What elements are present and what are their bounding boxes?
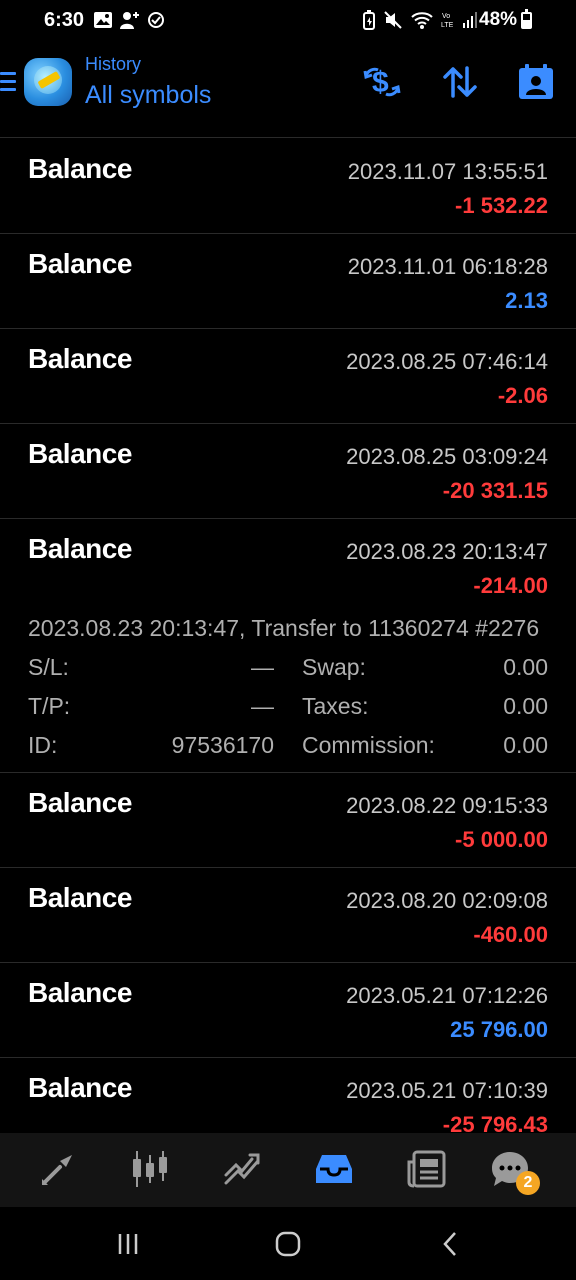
id-value: 97536170 — [171, 732, 274, 758]
row-amount: -5 000.00 — [455, 827, 548, 852]
tab-chart[interactable] — [126, 1145, 174, 1193]
row-label: Balance — [28, 977, 132, 1008]
chat-badge: 2 — [516, 1171, 540, 1195]
row-label: Balance — [28, 882, 132, 913]
tp-value: — — [251, 693, 274, 719]
battery-saver-icon — [363, 10, 375, 30]
signal-icon — [463, 12, 477, 28]
header-subtitle: History — [85, 54, 142, 74]
gallery-icon — [94, 12, 112, 28]
row-label: Balance — [28, 1072, 132, 1103]
history-row[interactable]: Balance 2023.08.22 09:15:33 -5 000.00 — [0, 773, 576, 868]
chart-icon — [133, 1151, 167, 1187]
home-icon — [275, 1231, 301, 1257]
home-button[interactable] — [268, 1229, 308, 1259]
row-label: Balance — [28, 438, 132, 469]
history-icon — [316, 1155, 352, 1183]
history-row[interactable]: Balance 2023.08.20 02:09:08 -460.00 — [0, 868, 576, 963]
volte-icon: Vo LTE — [441, 13, 454, 29]
news-icon — [407, 1150, 446, 1188]
row-date: 2023.08.20 02:09:08 — [346, 888, 548, 913]
battery-percent: 48% — [479, 9, 518, 30]
recent-apps-icon — [118, 1234, 138, 1254]
calendar-period-button[interactable] — [516, 62, 556, 102]
add-contact-icon — [120, 12, 139, 29]
row-amount: -2.06 — [497, 383, 548, 408]
sort-button[interactable] — [440, 62, 480, 102]
status-right-icons: Vo LTE — [362, 10, 478, 30]
row-date: 2023.08.25 03:09:24 — [346, 444, 548, 469]
row-comment: 2023.08.23 20:13:47, Transfer to 1136027… — [28, 615, 540, 641]
taxes-value: 0.00 — [503, 693, 548, 719]
row-amount: -1 532.22 — [455, 193, 548, 218]
history-row[interactable]: Balance 2023.08.25 03:09:24 -20 331.15 — [0, 424, 576, 519]
status-left-icons — [93, 10, 165, 30]
tab-history[interactable] — [310, 1145, 358, 1193]
row-label: Balance — [28, 153, 132, 184]
history-row[interactable]: Balance 2023.11.01 06:18:28 2.13 — [0, 234, 576, 329]
back-button[interactable] — [430, 1229, 470, 1259]
row-amount: 2.13 — [505, 288, 548, 313]
taxes-label: Taxes: — [302, 693, 369, 719]
row-date: 2023.08.23 20:13:47 — [346, 539, 548, 564]
tab-quotes[interactable] — [34, 1145, 82, 1193]
row-date: 2023.11.01 06:18:28 — [347, 254, 548, 279]
status-bar: 6:30 Vo LTE 48% — [0, 0, 576, 42]
back-icon — [443, 1232, 456, 1256]
row-amount: -20 331.15 — [442, 478, 548, 503]
calendar-period-icon — [519, 64, 553, 99]
app-header: History All symbols $ — [0, 42, 576, 138]
trade-icon — [224, 1153, 260, 1185]
bottom-tab-bar: 2 — [0, 1133, 576, 1207]
history-row[interactable]: Balance 2023.05.21 07:12:26 25 796.00 — [0, 963, 576, 1058]
row-amount: -214.00 — [473, 573, 548, 598]
header-title[interactable]: All symbols — [85, 81, 211, 110]
battery-icon — [521, 9, 532, 29]
row-label: Balance — [28, 248, 132, 279]
swap-label: Swap: — [302, 654, 366, 680]
row-date: 2023.08.22 09:15:33 — [346, 793, 548, 818]
history-row[interactable]: Balance 2023.08.25 07:46:14 -2.06 — [0, 329, 576, 424]
swap-value: 0.00 — [503, 654, 548, 680]
sl-value: — — [251, 654, 274, 680]
quotes-icon — [42, 1155, 72, 1185]
check-circle-icon — [148, 12, 164, 28]
row-amount: 25 796.00 — [450, 1017, 548, 1042]
tab-news[interactable] — [402, 1145, 450, 1193]
recent-apps-button[interactable] — [108, 1229, 148, 1259]
svg-text:Vo: Vo — [442, 13, 450, 20]
row-label: Balance — [28, 533, 132, 564]
row-label: Balance — [28, 787, 132, 818]
tab-chat[interactable]: 2 — [486, 1145, 540, 1195]
deposit-filter-button[interactable]: $ — [362, 62, 402, 102]
id-label: ID: — [28, 732, 58, 758]
mute-icon — [384, 11, 402, 29]
commission-label: Commission: — [302, 732, 435, 758]
row-date: 2023.05.21 07:12:26 — [346, 983, 548, 1008]
app-logo[interactable] — [24, 58, 72, 106]
status-time: 6:30 — [44, 9, 85, 31]
tp-label: T/P: — [28, 693, 71, 719]
menu-icon[interactable] — [0, 72, 16, 94]
system-nav-bar — [0, 1207, 576, 1280]
sl-label: S/L: — [28, 654, 69, 680]
sort-icon — [443, 66, 477, 98]
commission-value: 0.00 — [503, 732, 548, 758]
row-amount: -460.00 — [473, 922, 548, 947]
row-label: Balance — [28, 343, 132, 374]
row-date: 2023.08.25 07:46:14 — [346, 349, 548, 374]
history-row-expanded[interactable]: Balance 2023.08.23 20:13:47 -214.00 2023… — [0, 519, 576, 773]
row-date: 2023.05.21 07:10:39 — [346, 1078, 548, 1103]
wifi-icon — [411, 12, 433, 29]
tab-trade[interactable] — [218, 1145, 266, 1193]
history-row[interactable]: Balance 2023.11.07 13:55:51 -1 532.22 — [0, 139, 576, 234]
row-date: 2023.11.07 13:55:51 — [347, 159, 548, 184]
history-list: Balance 2023.11.07 13:55:51 -1 532.22 Ba… — [0, 139, 576, 1153]
deposit-filter-icon: $ — [363, 66, 401, 99]
svg-text:LTE: LTE — [441, 22, 454, 29]
